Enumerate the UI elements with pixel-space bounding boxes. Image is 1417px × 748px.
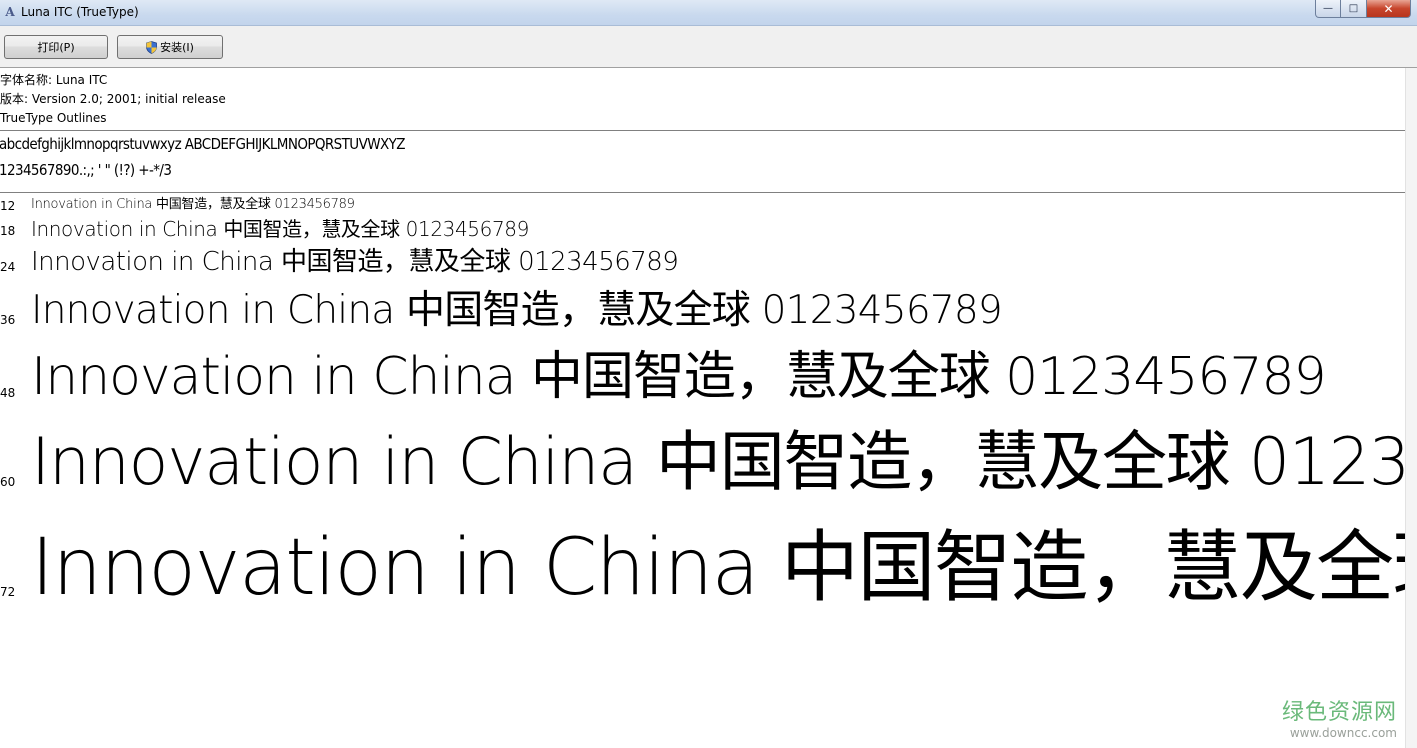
- divider: [0, 192, 1405, 193]
- sample-text: Innovation in China 中国智造，慧及全球 0123456789: [31, 197, 355, 212]
- divider: [0, 130, 1405, 131]
- watermark-name: 绿色资源网: [1281, 700, 1397, 725]
- font-outline-line: TrueType Outlines: [0, 111, 107, 125]
- size-label: 36: [0, 313, 16, 327]
- caption-buttons: — □ ✕: [1315, 0, 1411, 18]
- charset-line-2: 1234567890.:,; ' " (!?) +-*/3: [0, 161, 172, 179]
- window-title: Luna ITC (TrueType): [21, 5, 139, 19]
- size-label: 12: [0, 199, 16, 213]
- print-button[interactable]: 打印(P): [4, 35, 108, 59]
- install-button[interactable]: 安装(I): [117, 35, 223, 59]
- size-label: 60: [0, 475, 16, 489]
- sample-text: Innovation in China 中国智造，慧及全球 0123456789: [31, 217, 529, 241]
- font-app-icon: A: [5, 5, 15, 19]
- watermark: 绿色资源网 www.downcc.com: [1282, 700, 1397, 740]
- charset-line-1: abcdefghijklmnopqrstuvwxyz ABCDEFGHIJKLM…: [0, 135, 405, 153]
- print-button-label: 打印(P): [37, 41, 75, 54]
- uac-shield-icon: [146, 40, 157, 54]
- watermark-url: www.downcc.com: [1289, 726, 1397, 740]
- vertical-scrollbar[interactable]: [1405, 68, 1417, 748]
- font-info: 字体名称: Luna ITC 版本: Version 2.0; 2001; in…: [0, 71, 226, 128]
- font-version-line: 版本: Version 2.0; 2001; initial release: [0, 92, 226, 106]
- size-label: 24: [0, 260, 16, 274]
- size-label: 18: [0, 224, 16, 238]
- font-viewer-window: A Luna ITC (TrueType) — □ ✕ 打印(P) 安装(I) …: [0, 0, 1417, 748]
- size-label: 48: [0, 386, 16, 400]
- sample-text: Innovation in China 中国智造，慧及全球 0123456789: [31, 288, 1003, 333]
- close-icon: ✕: [1383, 1, 1394, 16]
- toolbar: 打印(P) 安装(I): [0, 26, 1417, 68]
- close-button[interactable]: ✕: [1367, 0, 1411, 18]
- font-preview-pane[interactable]: 字体名称: Luna ITC 版本: Version 2.0; 2001; in…: [0, 68, 1417, 748]
- install-button-label: 安装(I): [160, 41, 194, 54]
- minimize-button[interactable]: —: [1315, 0, 1341, 18]
- font-name-line: 字体名称: Luna ITC: [0, 73, 108, 87]
- sample-text: Innovation in China 中国智造，慧及全球 0123456789: [31, 523, 1417, 613]
- minimize-icon: —: [1323, 3, 1333, 14]
- maximize-icon: □: [1348, 3, 1359, 14]
- sample-text: Innovation in China 中国智造，慧及全球 0123456789: [31, 347, 1327, 407]
- sample-text: Innovation in China 中国智造，慧及全球 0123456789: [31, 247, 679, 277]
- title-bar[interactable]: A Luna ITC (TrueType) — □ ✕: [0, 0, 1417, 26]
- size-label: 72: [0, 585, 16, 599]
- maximize-button[interactable]: □: [1341, 0, 1367, 18]
- sample-text: Innovation in China 中国智造，慧及全球 0123456789: [31, 425, 1417, 500]
